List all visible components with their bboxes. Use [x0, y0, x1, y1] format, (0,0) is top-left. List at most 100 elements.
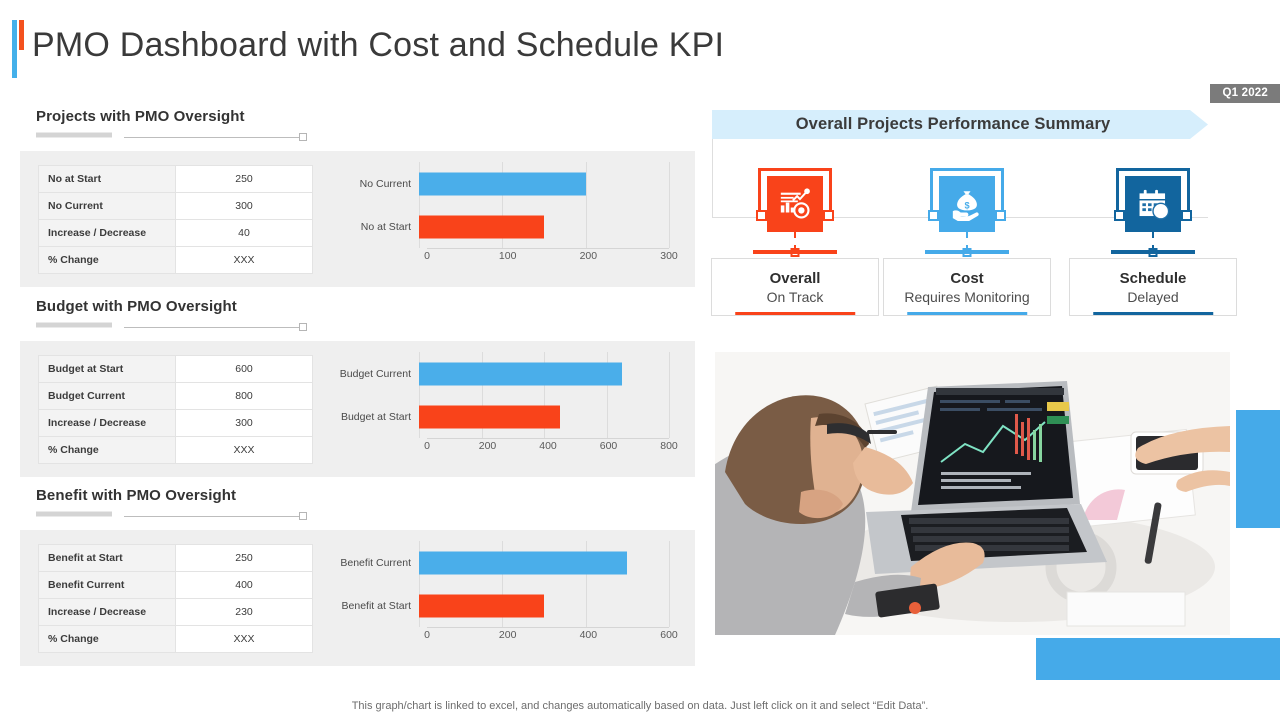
table-row: % Change XXX — [38, 435, 313, 464]
kpi-table-benefit: Benefit at Start 250 Benefit Current 400… — [38, 543, 313, 653]
row-label: Budget Current — [38, 381, 176, 410]
divider-line — [124, 327, 302, 328]
chart-axis-line — [427, 248, 669, 249]
chart-gridline — [585, 584, 587, 627]
chart-bar-row: Benefit Current — [319, 541, 670, 584]
chart-bar — [419, 172, 586, 195]
section-divider — [36, 131, 695, 143]
banner-shape: Overall Projects Performance Summary — [712, 110, 1208, 139]
banner-title: Overall Projects Performance Summary — [795, 115, 1111, 133]
row-value: 600 — [175, 354, 313, 383]
connector-bar — [753, 250, 837, 254]
chart-x-axis: 0 200 400 600 — [424, 629, 678, 643]
chart-bar-track — [419, 541, 670, 584]
row-value: 230 — [175, 597, 313, 626]
chart-bar — [419, 362, 623, 385]
chart-category-label: No at Start — [360, 220, 411, 233]
chart-bar-track — [419, 352, 670, 395]
chart-gridline — [669, 395, 670, 438]
table-row: No at Start 250 — [38, 164, 313, 193]
icon-frame — [753, 168, 837, 257]
status-icon-group-cost[interactable]: $ — [883, 168, 1051, 257]
divider-knob — [299, 133, 307, 141]
chart-tick-label: 200 — [478, 440, 497, 452]
chart-plot-area: Budget Current Budget at Start — [319, 352, 670, 438]
row-label: Benefit at Start — [38, 543, 176, 572]
status-card-title: Overall — [769, 269, 821, 287]
chart-bar — [419, 551, 628, 574]
chart-category-label: No Current — [359, 177, 411, 190]
chart-bar-row: Budget Current — [319, 352, 670, 395]
kpi-table-budget: Budget at Start 600 Budget Current 800 I… — [38, 354, 313, 464]
status-underline — [1093, 312, 1213, 315]
icon-frame — [1111, 168, 1195, 257]
table-row: No Current 300 — [38, 191, 313, 220]
chart-gridline — [669, 584, 670, 627]
status-card-cost[interactable]: Cost Requires Monitoring — [883, 258, 1051, 316]
money-bag-hand-icon: $ — [939, 176, 995, 232]
svg-text:$: $ — [964, 200, 969, 210]
row-label: % Change — [38, 435, 176, 464]
status-card-title: Schedule — [1119, 269, 1187, 287]
icon-frame: $ — [925, 168, 1009, 257]
divider-knob — [299, 323, 307, 331]
table-row: Benefit Current 400 — [38, 570, 313, 599]
section-benefit: Benefit with PMO Oversight Benefit at St… — [20, 487, 695, 666]
row-value: 300 — [175, 191, 313, 220]
chart-gridline — [669, 541, 670, 584]
quarter-badge: Q1 2022 — [1210, 84, 1280, 103]
table-row: Budget Current 800 — [38, 381, 313, 410]
divider-bar — [36, 511, 112, 517]
chart-category-label: Benefit at Start — [341, 599, 411, 612]
status-card-subtitle: Delayed — [1127, 288, 1179, 305]
calendar-clock-icon — [1125, 176, 1181, 232]
table-row: Increase / Decrease 40 — [38, 218, 313, 247]
chart-bar-track — [419, 584, 670, 627]
row-value: XXX — [175, 435, 313, 464]
status-card-schedule[interactable]: Schedule Delayed — [1069, 258, 1237, 316]
section-heading: Projects with PMO Oversight — [36, 108, 245, 125]
kpi-table-projects: No at Start 250 No Current 300 Increase … — [38, 164, 313, 274]
status-icon-group-overall[interactable] — [711, 168, 879, 257]
status-card-subtitle: Requires Monitoring — [904, 288, 1030, 305]
performance-summary-banner: Overall Projects Performance Summary — [712, 110, 1208, 139]
chart-gridline — [669, 352, 670, 395]
table-row: Benefit at Start 250 — [38, 543, 313, 572]
bar-chart-benefit: Benefit Current Benefit at Start 0 200 400 60… — [319, 535, 678, 661]
chart-tick-label: 300 — [660, 250, 678, 262]
row-label: Increase / Decrease — [38, 218, 176, 247]
chart-bar-row: No Current — [319, 162, 670, 205]
table-row: Increase / Decrease 230 — [38, 597, 313, 626]
accent-block-right — [1236, 410, 1280, 528]
section-divider — [36, 510, 695, 522]
chart-tick-label: 400 — [539, 440, 557, 452]
section-divider — [36, 321, 695, 333]
section-budget: Budget with PMO Oversight Budget at Star… — [20, 298, 695, 477]
chart-plot-area: Benefit Current Benefit at Start — [319, 541, 670, 627]
title-accent-bar-orange — [19, 20, 24, 50]
team-working-photo — [715, 352, 1230, 635]
chart-bar — [419, 215, 544, 238]
panel-benefit: Benefit at Start 250 Benefit Current 400… — [20, 530, 695, 666]
chart-bar-track — [419, 162, 670, 205]
chart-bar-row: Benefit at Start — [319, 584, 670, 627]
chart-bar-track — [419, 395, 670, 438]
footer-note: This graph/chart is linked to excel, and… — [351, 700, 929, 712]
divider-bar — [36, 322, 112, 328]
chart-category-label: Budget at Start — [340, 410, 411, 423]
status-icon-group-schedule[interactable] — [1069, 168, 1237, 257]
row-label: % Change — [38, 624, 176, 653]
status-card-title: Cost — [950, 269, 984, 287]
chart-bar — [419, 405, 560, 428]
row-value: 400 — [175, 570, 313, 599]
chart-tick-label: 0 — [424, 629, 430, 641]
divider-line — [124, 137, 302, 138]
chart-axis-line — [427, 627, 669, 628]
row-value: 40 — [175, 218, 313, 247]
chart-bar-row: No at Start — [319, 205, 670, 248]
status-card-overall[interactable]: Overall On Track — [711, 258, 879, 316]
chart-tick-label: 200 — [579, 250, 598, 262]
table-row: Budget at Start 600 — [38, 354, 313, 383]
chart-tick-label: 800 — [660, 440, 678, 452]
chart-tick-label: 0 — [424, 250, 430, 262]
